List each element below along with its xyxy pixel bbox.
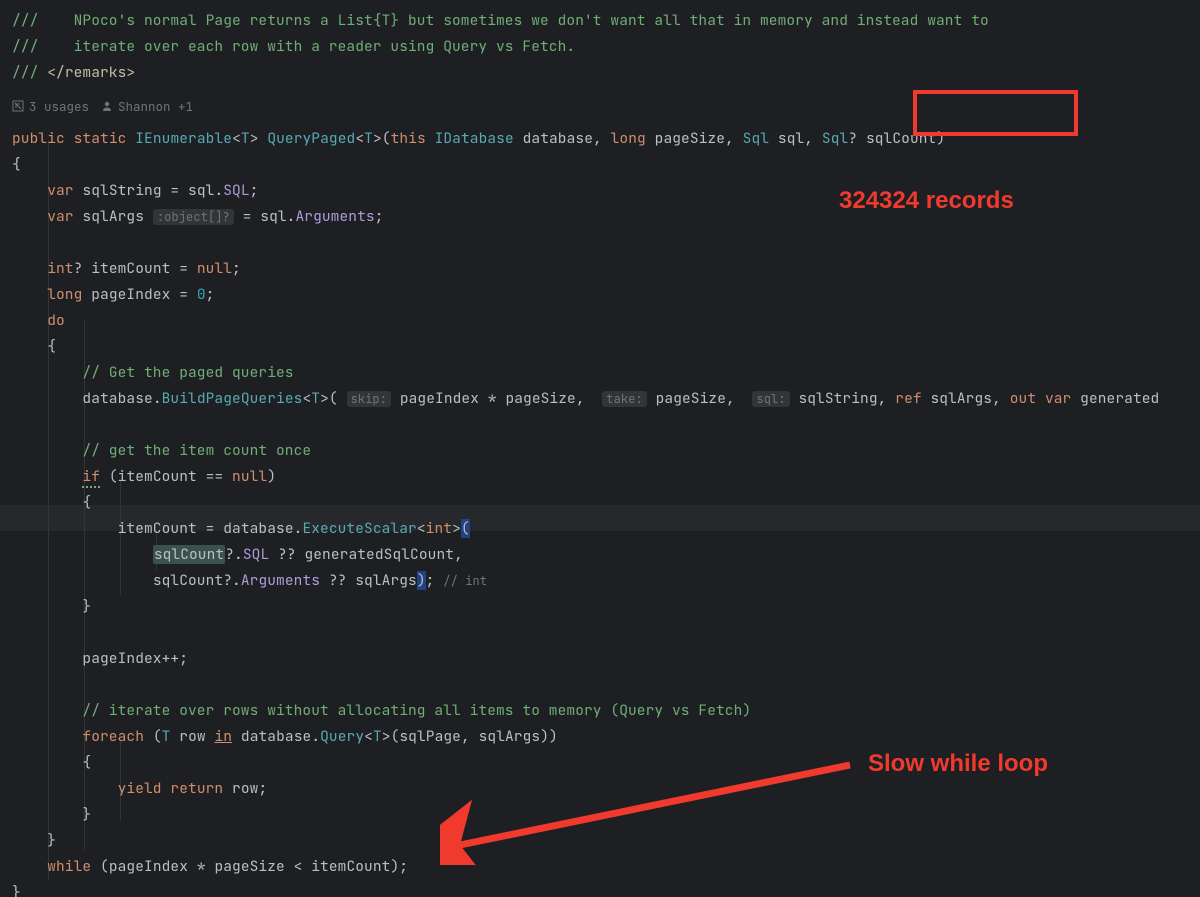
- doc-comment-close: /// </remarks>: [12, 63, 135, 82]
- brace: }: [47, 831, 56, 850]
- kw-while: while: [47, 857, 91, 876]
- annotation-rectangle: [913, 90, 1078, 136]
- kw-var: var: [47, 181, 73, 200]
- highlighted-ident: sqlCount: [153, 545, 225, 564]
- brace: }: [82, 805, 91, 824]
- selection: ): [417, 571, 426, 590]
- annotation-records-label: 324324 records: [839, 187, 1014, 215]
- kw-in: in: [214, 727, 232, 746]
- param-hint: skip:: [347, 391, 392, 407]
- comment: // Get the paged queries: [82, 363, 293, 382]
- kw-foreach: foreach: [82, 727, 144, 746]
- brace: {: [82, 753, 91, 772]
- inline-type-hint: // int: [443, 573, 487, 589]
- brace: }: [12, 883, 21, 897]
- identifier: sqlArgs: [82, 207, 144, 226]
- kw-long: long: [47, 285, 82, 304]
- param-hint: sql:: [752, 391, 789, 407]
- brace: }: [82, 597, 91, 616]
- code-editor[interactable]: /// NPoco's normal Page returns a List{T…: [0, 0, 1200, 897]
- comment: // get the item count once: [82, 441, 311, 460]
- kw-var: var: [47, 207, 73, 226]
- usages-icon: [12, 100, 24, 112]
- doc-comment-line: /// iterate over each row with a reader …: [12, 37, 575, 56]
- usages-lens[interactable]: 3 usages: [12, 98, 89, 115]
- authors-lens[interactable]: Shannon +1: [101, 98, 193, 115]
- param-hint: take:: [602, 391, 647, 407]
- kw-int: int: [47, 259, 73, 278]
- usages-label: 3 usages: [29, 98, 89, 115]
- authors-label: Shannon +1: [118, 98, 193, 115]
- selection: (: [461, 519, 470, 538]
- kw-if: if: [82, 467, 100, 488]
- kw-do: do: [47, 311, 65, 330]
- identifier: itemCount: [91, 259, 170, 278]
- brace: {: [82, 493, 91, 512]
- kw-return: return: [170, 779, 223, 798]
- code-block[interactable]: /// NPoco's normal Page returns a List{T…: [0, 0, 1200, 94]
- annotation-slow-label: Slow while loop: [868, 750, 1048, 778]
- code-block[interactable]: public static IEnumerable<T> QueryPaged<…: [0, 118, 1200, 897]
- method-signature: public static IEnumerable<T> QueryPaged<…: [12, 129, 945, 148]
- doc-comment-line: /// NPoco's normal Page returns a List{T…: [12, 11, 989, 30]
- identifier: pageIndex: [91, 285, 170, 304]
- brace: {: [12, 155, 21, 174]
- person-icon: [101, 100, 113, 112]
- comment: // iterate over rows without allocating …: [82, 701, 751, 720]
- identifier: sqlString: [82, 181, 161, 200]
- kw-yield: yield: [118, 779, 162, 798]
- brace: {: [47, 337, 56, 356]
- inline-type-hint: :object[]?: [153, 209, 234, 225]
